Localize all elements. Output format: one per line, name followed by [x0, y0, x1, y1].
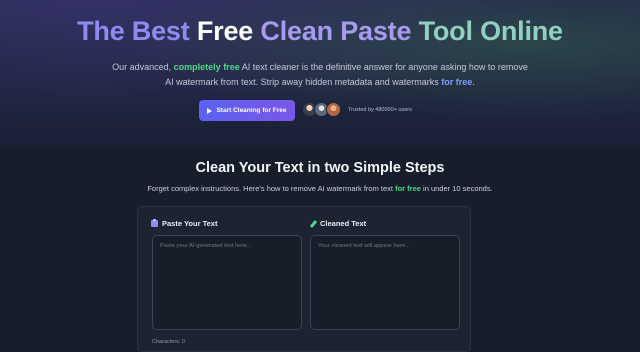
hero-description: Our advanced, completely free AI text cl… — [110, 60, 530, 90]
trusted-by-text: Trusted by 480000+ users — [348, 107, 412, 113]
user-avatars — [302, 102, 344, 118]
cleaned-label-text: Cleaned Text — [320, 219, 367, 228]
avatar — [326, 102, 341, 117]
hero-title: The Best Free Clean Paste Tool Online — [0, 16, 640, 47]
cleaned-label: Cleaned Text — [309, 219, 367, 228]
hero-title-part-1: The Best — [77, 16, 190, 46]
hero-desc-highlight-2: for free — [441, 77, 473, 87]
clipboard-icon — [151, 219, 158, 227]
steps-desc-1: Forget complex instructions. Here's how … — [147, 184, 393, 193]
paste-textarea[interactable] — [152, 235, 302, 330]
paste-label-text: Paste Your Text — [162, 219, 218, 228]
hero-title-clean-paste: Clean Paste — [260, 16, 412, 46]
steps-description: Forget complex instructions. Here's how … — [0, 184, 640, 193]
steps-desc-2: in under 10 seconds. — [423, 184, 493, 193]
hero-title-tool-online: Tool Online — [418, 16, 563, 46]
hero-desc-highlight-1: completely free — [173, 62, 240, 72]
editor-panel: Paste Your Text Cleaned Text Characters:… — [137, 206, 471, 352]
steps-desc-highlight: for free — [395, 184, 421, 193]
steps-title: Clean Your Text in two Simple Steps — [195, 160, 445, 176]
hero-title-part-2: Free — [196, 16, 254, 46]
pencil-icon — [309, 219, 318, 228]
hero-desc-3: . — [472, 77, 475, 87]
paste-label: Paste Your Text — [151, 219, 217, 228]
hero-section: The Best Free Clean Paste Tool Online Ou… — [0, 0, 640, 145]
hero-desc-1: Our advanced, — [112, 62, 172, 72]
character-count: Characters: 0 — [152, 339, 186, 345]
play-icon — [207, 107, 213, 114]
start-cleaning-button[interactable]: Start Cleaning for Free — [199, 100, 295, 121]
start-cleaning-label: Start Cleaning for Free — [216, 107, 287, 114]
cleaned-textarea[interactable] — [310, 235, 460, 330]
